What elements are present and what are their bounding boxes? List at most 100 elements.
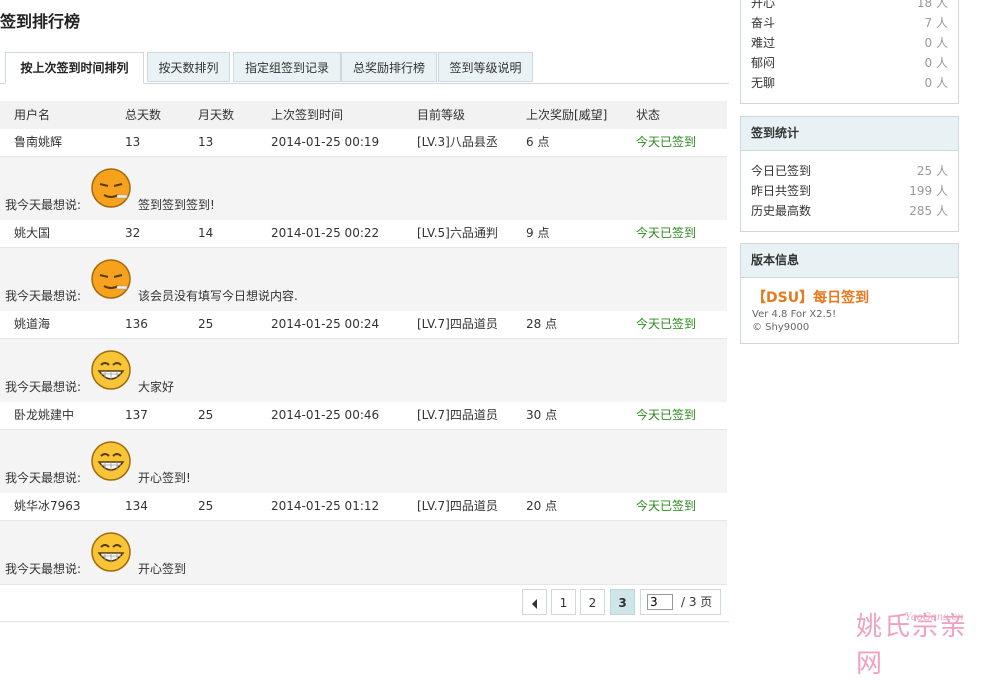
table-row: 鲁南姚辉 13 13 2014-01-25 00:19 [LV.3]八品县丞 6 点 今天已… xyxy=(0,129,727,157)
plugin-copyright: © Shy9000 xyxy=(752,322,810,333)
mood-count: 0 人 xyxy=(924,56,948,70)
tab-level-info[interactable]: 签到等级说明 xyxy=(438,52,533,82)
cell-last-time: 2014-01-25 00:22 xyxy=(271,226,380,240)
page-jump-input[interactable] xyxy=(647,594,673,610)
grin-face-icon xyxy=(91,350,131,390)
cell-total-days: 134 xyxy=(125,499,148,513)
grin-face-icon xyxy=(91,441,131,481)
mood-label: 开心 xyxy=(751,0,776,10)
page-jump: / 3 页 xyxy=(640,589,721,615)
mood-label: 郁闷 xyxy=(751,56,776,70)
cell-last-time: 2014-01-25 00:24 xyxy=(271,317,380,331)
header-last-time: 上次签到时间 xyxy=(271,108,344,122)
say-row: 我今天最想说: 签到签到签到! xyxy=(0,157,727,221)
tab-by-last-signin[interactable]: 按上次签到时间排列 xyxy=(5,52,144,84)
tab-reward-ranking[interactable]: 总奖励排行榜 xyxy=(341,52,437,82)
say-row: 我今天最想说: 该会员没有填写今日想说内容. xyxy=(0,248,727,312)
cell-month-days: 25 xyxy=(198,499,214,513)
cell-level: [LV.7]四品道员 xyxy=(417,317,498,331)
cell-last-time: 2014-01-25 00:19 xyxy=(271,135,380,149)
mood-item: 难过 0 人 xyxy=(741,33,958,53)
prev-page-button[interactable] xyxy=(522,589,547,615)
mood-label: 无聊 xyxy=(751,76,776,90)
cell-status: 今天已签到 xyxy=(636,317,697,331)
cell-status: 今天已签到 xyxy=(636,226,697,240)
stat-value: 199 人 xyxy=(909,184,948,198)
mood-count: 18 人 xyxy=(916,0,948,10)
chevron-left-icon xyxy=(531,598,537,609)
stat-today: 今日已签到 25 人 xyxy=(741,161,958,181)
cell-username[interactable]: 姚华冰7963 xyxy=(14,493,81,520)
say-label: 我今天最想说: xyxy=(5,289,82,303)
mood-item: 无聊 0 人 xyxy=(741,73,958,93)
stat-value: 285 人 xyxy=(909,204,948,218)
page-2-button[interactable]: 2 xyxy=(580,589,605,615)
cell-reward: 20 点 xyxy=(526,499,558,513)
cell-month-days: 25 xyxy=(198,408,214,422)
cell-level: [LV.3]八品县丞 xyxy=(417,135,498,149)
cell-last-time: 2014-01-25 00:46 xyxy=(271,408,380,422)
cell-month-days: 13 xyxy=(198,135,214,149)
header-status: 状态 xyxy=(636,108,661,122)
table-header: 用户名 总天数 月天数 上次签到时间 目前等级 上次奖励[威望] 状态 xyxy=(0,101,727,130)
cell-reward: 30 点 xyxy=(526,408,558,422)
say-label: 我今天最想说: xyxy=(5,471,82,485)
cell-username[interactable]: 鲁南姚辉 xyxy=(14,129,62,156)
mood-count: 0 人 xyxy=(924,36,948,50)
say-label: 我今天最想说: xyxy=(5,198,82,212)
stat-record: 历史最高数 285 人 xyxy=(741,201,958,221)
cell-month-days: 14 xyxy=(198,226,214,240)
cell-total-days: 32 xyxy=(125,226,141,240)
say-text: 开心签到 xyxy=(138,562,187,576)
sleepy-face-icon xyxy=(91,259,131,299)
mood-count: 0 人 xyxy=(924,76,948,90)
cell-total-days: 137 xyxy=(125,408,148,422)
page-title: 签到排行榜 xyxy=(0,12,81,31)
bottom-divider xyxy=(0,621,729,622)
mood-label: 难过 xyxy=(751,36,776,50)
header-level: 目前等级 xyxy=(417,108,466,122)
sleepy-face-icon xyxy=(91,168,131,208)
mood-stats-box: 开心 18 人奋斗 7 人难过 0 人郁闷 0 人无聊 0 人 xyxy=(740,0,959,104)
table-row: 姚华冰7963 134 25 2014-01-25 01:12 [LV.7]四品道员 20… xyxy=(0,493,727,521)
plugin-brand: 【DSU】每日签到 xyxy=(752,290,870,306)
header-month-days: 月天数 xyxy=(198,108,235,122)
cell-total-days: 13 xyxy=(125,135,141,149)
cell-status: 今天已签到 xyxy=(636,408,697,422)
tab-by-days[interactable]: 按天数排列 xyxy=(147,52,230,82)
cell-level: [LV.5]六品通判 xyxy=(417,226,498,240)
say-text: 开心签到! xyxy=(138,471,191,485)
header-username: 用户名 xyxy=(14,108,51,122)
mood-item: 奋斗 7 人 xyxy=(741,13,958,33)
cell-reward: 28 点 xyxy=(526,317,558,331)
signin-stats-title: 签到统计 xyxy=(741,117,958,151)
table-row: 卧龙姚建中 137 25 2014-01-25 00:46 [LV.7]四品道员 30 点… xyxy=(0,402,727,430)
version-info-title: 版本信息 xyxy=(741,244,958,278)
tab-bar: 按上次签到时间排列 按天数排列 指定组签到记录 总奖励排行榜 签到等级说明 xyxy=(5,52,729,84)
stat-label: 今日已签到 xyxy=(751,164,812,178)
cell-username[interactable]: 姚道海 xyxy=(14,311,50,338)
cell-username[interactable]: 卧龙姚建中 xyxy=(14,402,74,429)
site-watermark-domain: YaoGens.cn xyxy=(905,612,964,623)
cell-status: 今天已签到 xyxy=(636,135,697,149)
table-row: 姚大国 32 14 2014-01-25 00:22 [LV.5]六品通判 9 点 今天已签… xyxy=(0,220,727,248)
stat-yesterday: 昨日共签到 199 人 xyxy=(741,181,958,201)
cell-reward: 6 点 xyxy=(526,135,550,149)
say-text: 该会员没有填写今日想说内容. xyxy=(138,289,298,303)
table-row: 姚道海 136 25 2014-01-25 00:24 [LV.7]四品道员 28 点 今天… xyxy=(0,311,727,339)
page-1-button[interactable]: 1 xyxy=(551,589,576,615)
cell-username[interactable]: 姚大国 xyxy=(14,220,50,247)
tab-group-records[interactable]: 指定组签到记录 xyxy=(233,52,341,82)
header-total-days: 总天数 xyxy=(125,108,162,122)
plugin-version: Ver 4.8 For X2.5! xyxy=(752,309,837,320)
say-row: 我今天最想说: 开心签到 xyxy=(0,521,727,585)
say-label: 我今天最想说: xyxy=(5,380,82,394)
cell-status: 今天已签到 xyxy=(636,499,697,513)
say-row: 我今天最想说: 开心签到! xyxy=(0,430,727,494)
stat-label: 昨日共签到 xyxy=(751,184,812,198)
header-reward: 上次奖励[威望] xyxy=(526,108,608,122)
say-text: 大家好 xyxy=(138,380,175,394)
page-3-button[interactable]: 3 xyxy=(610,589,635,615)
signin-stats-box: 签到统计 今日已签到 25 人 昨日共签到 199 人 历史最高数 285 人 xyxy=(740,116,959,232)
cell-reward: 9 点 xyxy=(526,226,550,240)
